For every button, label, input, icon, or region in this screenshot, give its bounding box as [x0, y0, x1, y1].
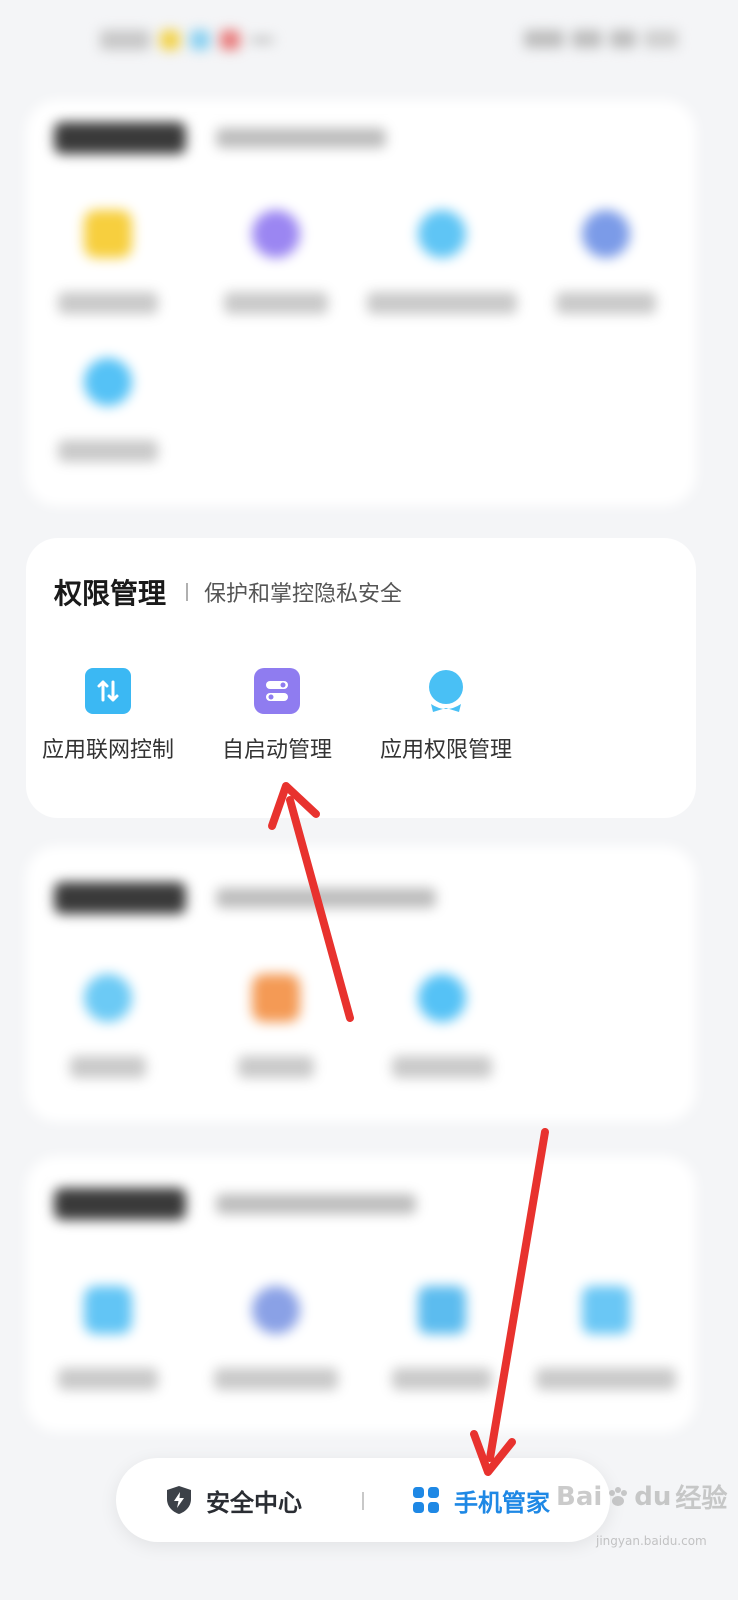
status-bar [0, 0, 738, 90]
card-subtitle [216, 888, 436, 908]
location-icon [418, 210, 466, 258]
paw-icon [609, 1486, 628, 1506]
features-card-header [54, 882, 436, 914]
watermark-brand: Bai [556, 1481, 603, 1512]
network-control-tile[interactable]: 应用联网控制 [28, 668, 188, 764]
nav-label: 安全中心 [206, 1488, 302, 1517]
baidu-watermark: Bai du 经验 [556, 1478, 727, 1515]
status-right [524, 30, 678, 48]
notification-icon [190, 30, 210, 50]
tile-label [58, 292, 158, 314]
tile-label [58, 440, 158, 462]
tile-label [214, 1368, 338, 1390]
tile-label [58, 1368, 158, 1390]
clock-icon [84, 358, 132, 406]
app-icon [252, 210, 300, 258]
tile-label [238, 1056, 314, 1078]
four-squares-icon [413, 1487, 439, 1513]
services-card [26, 1156, 696, 1432]
card-subtitle: 保护和掌控隐私安全 [204, 582, 403, 607]
tile-label [70, 1056, 146, 1078]
tile-label: 自启动管理 [221, 738, 332, 763]
tile[interactable] [28, 974, 188, 1078]
tile[interactable] [28, 1286, 188, 1390]
tile[interactable] [362, 210, 522, 314]
nav-label: 手机管家 [454, 1488, 550, 1517]
app-permission-tile[interactable]: 应用权限管理 [366, 668, 526, 764]
tile-label [392, 1368, 492, 1390]
notification-icon [220, 30, 240, 50]
tile[interactable] [28, 358, 188, 462]
tile[interactable] [526, 1286, 686, 1390]
battery-card-header [54, 122, 386, 154]
status-left [100, 30, 274, 50]
card-title [54, 882, 186, 914]
app-icon [418, 974, 466, 1022]
nav-phone-manager[interactable]: 手机管家 [412, 1458, 550, 1542]
watermark-url: jingyan.baidu.com [596, 1534, 707, 1548]
tile-label [392, 1056, 492, 1078]
user-badge-icon [423, 668, 469, 714]
toggle-switch-icon [254, 668, 300, 714]
notification-icon [160, 30, 180, 50]
permission-card: 权限管理 保护和掌控隐私安全 应用联网控制 自启动管理 应用权限管理 [26, 538, 696, 818]
settings-icon [582, 210, 630, 258]
tile-label: 应用联网控制 [41, 738, 174, 763]
bottom-nav: 安全中心 手机管家 [116, 1458, 610, 1542]
card-title [54, 122, 186, 154]
more-notifications-icon [250, 37, 274, 43]
services-card-header [54, 1188, 416, 1220]
card-subtitle [216, 1194, 416, 1214]
battery-icon [644, 30, 678, 48]
app-icon [84, 1286, 132, 1334]
autostart-management-tile[interactable]: 自启动管理 [197, 668, 357, 764]
tile-label [536, 1368, 676, 1390]
tile[interactable] [362, 1286, 522, 1390]
tile[interactable] [196, 974, 356, 1078]
divider [186, 583, 189, 601]
tile-label [556, 292, 656, 314]
nav-security-center[interactable]: 安全中心 [166, 1458, 302, 1542]
tile[interactable] [526, 210, 686, 314]
tile-label: 应用权限管理 [379, 738, 512, 763]
shield-bolt-icon [167, 1486, 191, 1514]
app-icon [84, 974, 132, 1022]
app-icon [582, 1286, 630, 1334]
app-icon [252, 974, 300, 1022]
network-speed [524, 30, 564, 48]
features-card [26, 846, 696, 1122]
watermark-suffix: 经验 [675, 1484, 728, 1514]
card-title [54, 1188, 186, 1220]
battery-card [26, 100, 696, 506]
network-arrows-icon [85, 668, 131, 714]
app-icon [252, 1286, 300, 1334]
battery-icon [84, 210, 132, 258]
tile[interactable] [362, 974, 522, 1078]
clock [100, 30, 150, 50]
card-subtitle [216, 128, 386, 148]
tile-label [224, 292, 328, 314]
permission-card-header: 权限管理 保护和掌控隐私安全 [54, 572, 402, 612]
signal-icon [572, 30, 602, 48]
tile[interactable] [196, 1286, 356, 1390]
tile[interactable] [28, 210, 188, 314]
divider [362, 1492, 364, 1510]
card-title: 权限管理 [54, 577, 167, 610]
tile[interactable] [196, 210, 356, 314]
tile-label [367, 292, 517, 314]
wifi-icon [610, 30, 636, 48]
app-icon [418, 1286, 466, 1334]
watermark-brand-2: du [634, 1481, 672, 1512]
